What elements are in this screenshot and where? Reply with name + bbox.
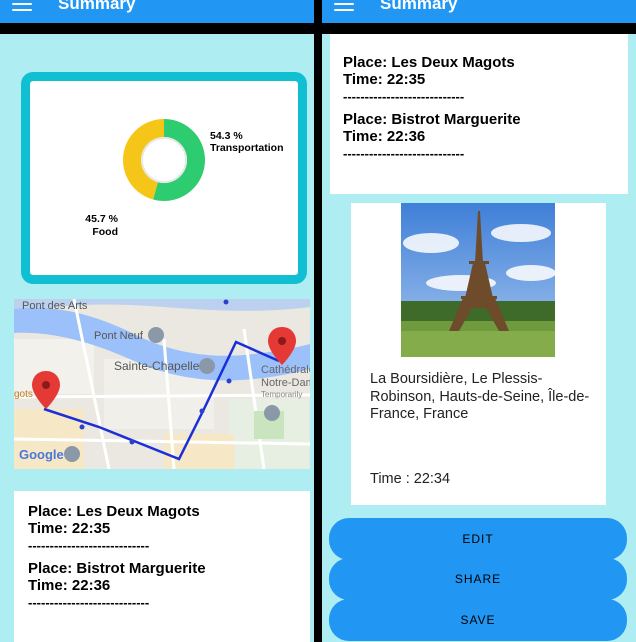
menu-icon[interactable] bbox=[334, 0, 354, 13]
map-label: Sainte-Chapelle bbox=[114, 359, 200, 373]
map-label: gots bbox=[14, 389, 33, 400]
place-label: Place: Les Deux Magots bbox=[343, 54, 515, 71]
save-button[interactable]: SAVE bbox=[329, 599, 627, 641]
separator: ---------------------------- bbox=[28, 538, 150, 553]
menu-icon[interactable] bbox=[12, 0, 32, 13]
right-screen: Summary Place: Les Deux Magots Time: 22:… bbox=[322, 0, 636, 642]
separator: ---------------------------- bbox=[343, 89, 465, 104]
separator: ---------------------------- bbox=[28, 595, 150, 610]
donut-chart: 54.3 %Transportation 45.7 %Food bbox=[85, 119, 284, 238]
map-label: Pont des Arts bbox=[22, 300, 88, 312]
route-entry: Place: Bistrot Marguerite Time: 22:36 --… bbox=[28, 560, 296, 611]
content-area: Place: Les Deux Magots Time: 22:35 -----… bbox=[322, 34, 636, 642]
time-label: Time: 22:36 bbox=[28, 577, 111, 594]
content-area: 54.3 % Transportation 45.7 % Food Pont d… bbox=[0, 34, 314, 642]
place-label: Place: Les Deux Magots bbox=[28, 503, 200, 520]
map-view[interactable]: Pont des Arts Pont Neuf Sainte-Chapelle … bbox=[14, 299, 310, 469]
map-label: Temporarily bbox=[261, 390, 302, 399]
map-graphic: Pont des Arts Pont Neuf Sainte-Chapelle … bbox=[14, 299, 310, 469]
time-label: Time: 22:36 bbox=[343, 128, 426, 145]
app-bar: Summary bbox=[322, 0, 636, 23]
route-entry: Place: Bistrot Marguerite Time: 22:36 --… bbox=[343, 111, 615, 162]
app-bar: Summary bbox=[0, 0, 314, 23]
chart-card: 54.3 % Transportation 45.7 % Food bbox=[21, 72, 307, 284]
page-title: Summary bbox=[58, 0, 136, 13]
place-label: Place: Bistrot Marguerite bbox=[28, 560, 206, 577]
data-label-food: 45.7 % bbox=[85, 213, 118, 225]
share-button[interactable]: SHARE bbox=[329, 558, 627, 600]
route-list: Place: Les Deux Magots Time: 22:35 -----… bbox=[330, 34, 628, 194]
time-label: Time: 22:35 bbox=[343, 71, 426, 88]
legend-label-transportation: Transportation bbox=[210, 142, 284, 154]
map-label: Pont Neuf bbox=[94, 330, 144, 342]
time-text: Time : 22:34 bbox=[370, 471, 451, 487]
eiffel-tower-photo bbox=[401, 203, 555, 357]
photo-card: La Boursidière, Le Plessis-Robinson, Hau… bbox=[351, 203, 606, 505]
left-screen: Summary 54.3 % Transportation 45.7 % Food bbox=[0, 0, 314, 642]
route-list: Place: Les Deux Magots Time: 22:35 -----… bbox=[14, 491, 310, 642]
legend-label-food: Food bbox=[92, 226, 118, 238]
route-entry: Place: Les Deux Magots Time: 22:35 -----… bbox=[28, 503, 296, 554]
address-text: La Boursidière, Le Plessis-Robinson, Hau… bbox=[370, 371, 590, 422]
place-label: Place: Bistrot Marguerite bbox=[343, 111, 521, 128]
route-entry: Place: Les Deux Magots Time: 22:35 -----… bbox=[343, 54, 615, 105]
map-label: Cathédrale bbox=[261, 364, 310, 376]
data-label-transportation: 54.3 % bbox=[210, 130, 243, 142]
map-label: Notre-Dam bbox=[261, 377, 310, 389]
separator: ---------------------------- bbox=[343, 146, 465, 161]
map-label: Google bbox=[19, 447, 64, 462]
time-label: Time: 22:35 bbox=[28, 520, 111, 537]
page-title: Summary bbox=[380, 0, 458, 13]
edit-button[interactable]: EDIT bbox=[329, 518, 627, 560]
